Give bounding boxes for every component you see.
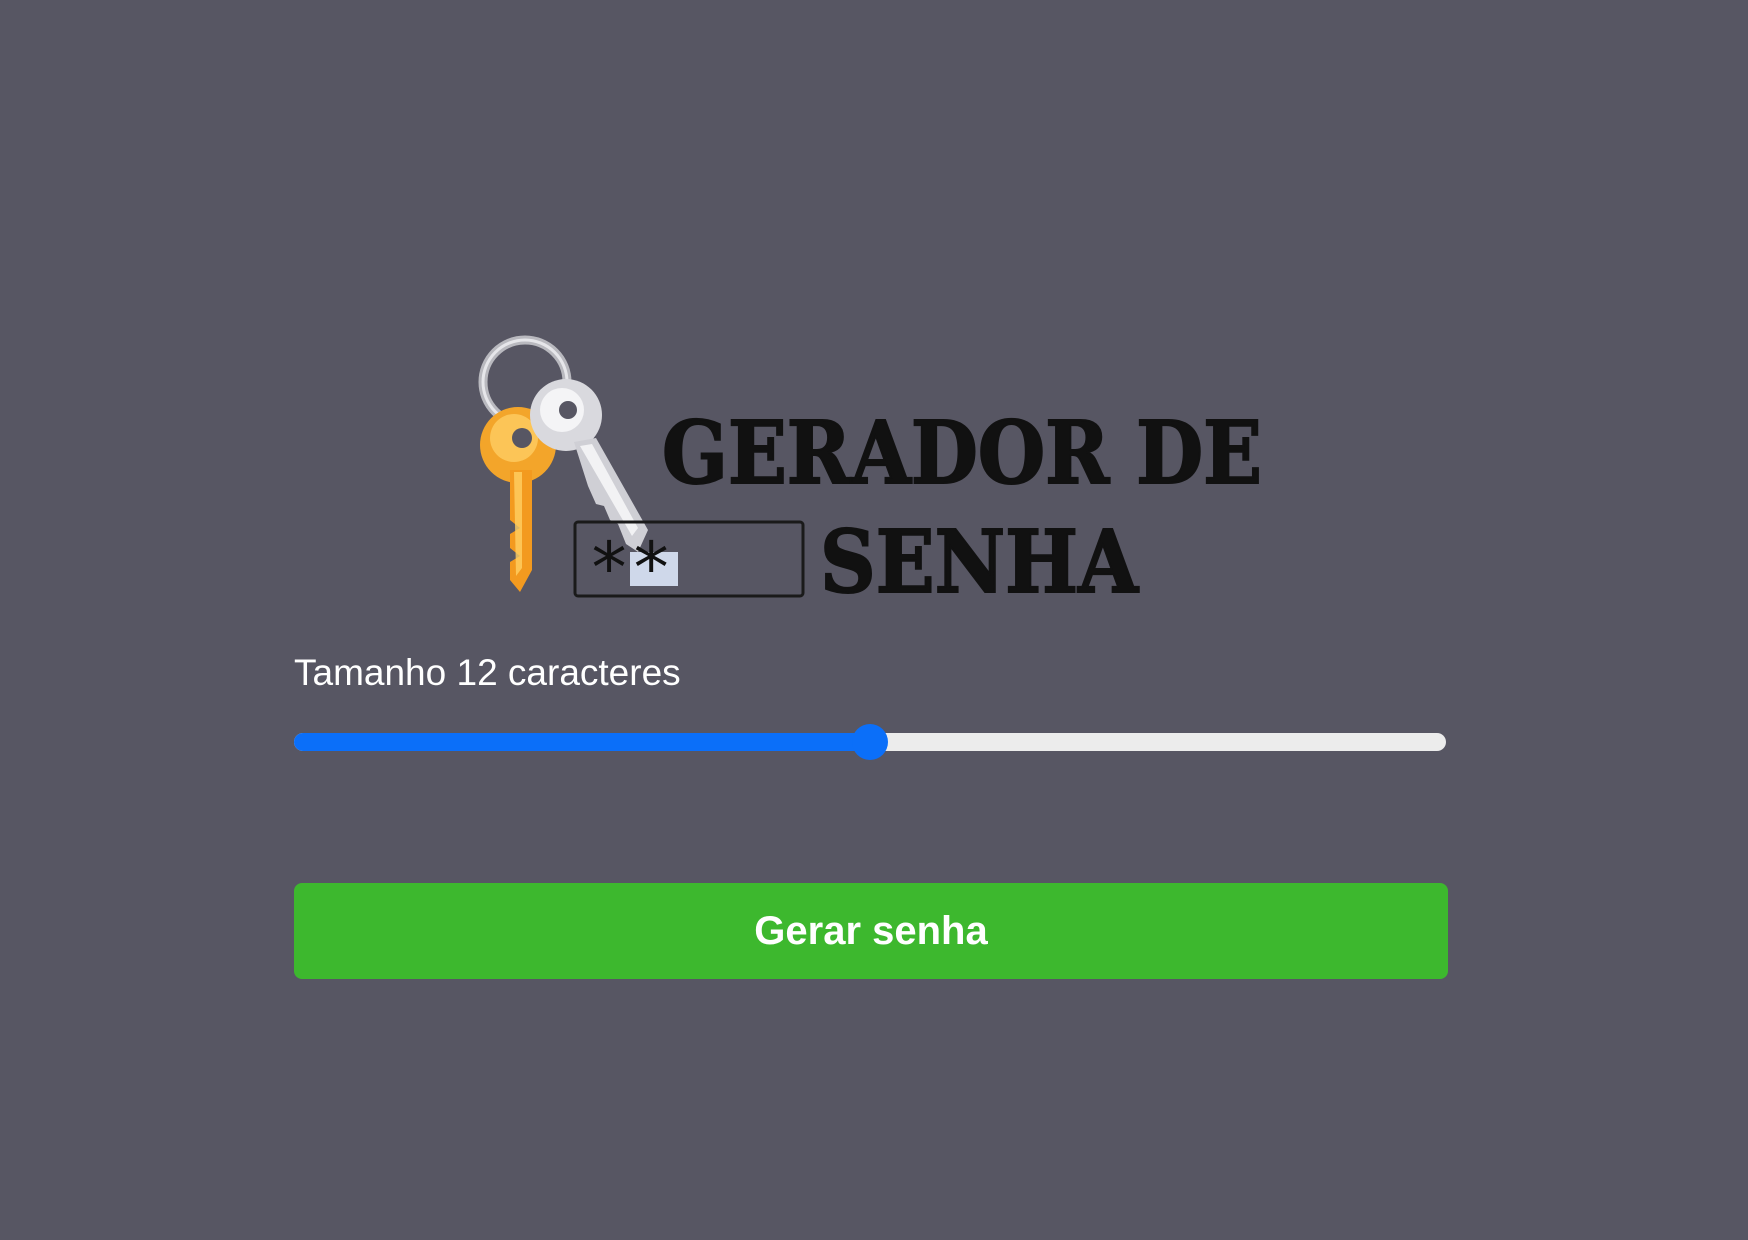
logo-field-text: ** [588, 527, 672, 609]
password-size-label: Tamanho 12 caracteres [294, 652, 681, 693]
password-length-slider[interactable] [294, 722, 1446, 762]
page: ** GERADOR DE SENHA Tamanho 12 caractere… [0, 0, 1748, 1240]
logo-title-line1: GERADOR DE [662, 403, 1262, 504]
generate-password-button[interactable]: Gerar senha [294, 883, 1448, 979]
app-logo: ** GERADOR DE SENHA [470, 330, 1300, 610]
logo-title-line2: SENHA [820, 512, 1139, 610]
slider-thumb[interactable] [852, 724, 888, 760]
slider-fill [294, 733, 870, 751]
